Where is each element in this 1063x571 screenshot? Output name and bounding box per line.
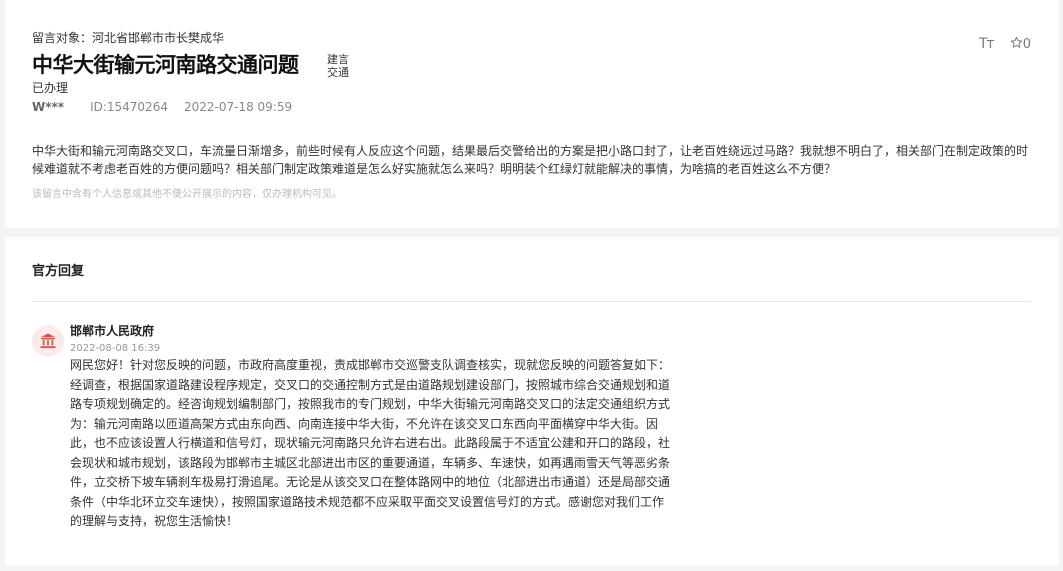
page-title: 中华大街输元河南路交通问题 bbox=[32, 53, 299, 77]
message-target-label: 留言对象： bbox=[32, 31, 93, 45]
message-tools: Tт 0 bbox=[979, 36, 1031, 53]
font-size-icon[interactable]: Tт bbox=[979, 36, 995, 52]
status-badge: 已办理 bbox=[32, 81, 69, 95]
message-datetime: 2022-07-18 09:59 bbox=[183, 100, 293, 114]
reply-card: 官方回复 邯郸市人民政府 2022-08-08 16:39 网民您好！针对您反映… bbox=[5, 237, 1059, 565]
star-icon bbox=[1010, 36, 1022, 48]
avatar bbox=[32, 325, 64, 357]
divider bbox=[32, 301, 1031, 302]
message-target: 留言对象：河北省邯郸市市长樊成华 bbox=[32, 30, 224, 46]
reply-datetime: 2022-08-08 16:39 bbox=[70, 343, 161, 354]
reply-section-title: 官方回复 bbox=[32, 264, 85, 279]
government-building-icon bbox=[40, 333, 56, 349]
author-name: W*** bbox=[32, 100, 65, 114]
message-content: 中华大街和输元河南路交叉口，车流量日渐增多，前些时候有人反应这个问题，结果最后交… bbox=[32, 144, 1029, 176]
star-count: 0 bbox=[1022, 37, 1031, 52]
privacy-note: 该留言中含有个人信息或其他不便公开展示的内容，仅办理机构可见。 bbox=[32, 189, 342, 200]
reply-org-name: 邯郸市人民政府 bbox=[70, 324, 155, 338]
message-target-value: 河北省邯郸市市长樊成华 bbox=[92, 31, 225, 45]
message-id: ID:15470264 bbox=[90, 100, 168, 114]
reply-content: 网民您好！针对您反映的问题，市政府高度重视，责成邯郸市交巡警支队调查核实，现就您… bbox=[70, 358, 671, 528]
message-card: 留言对象：河北省邯郸市市长樊成华 中华大街输元河南路交通问题 建言交通 已办理 … bbox=[5, 0, 1059, 228]
star-button[interactable]: 0 bbox=[1010, 36, 1031, 52]
message-meta: W*** ID:15470264 2022-07-18 09:59 bbox=[32, 98, 292, 116]
category-tag[interactable]: 建言交通 bbox=[325, 53, 351, 79]
